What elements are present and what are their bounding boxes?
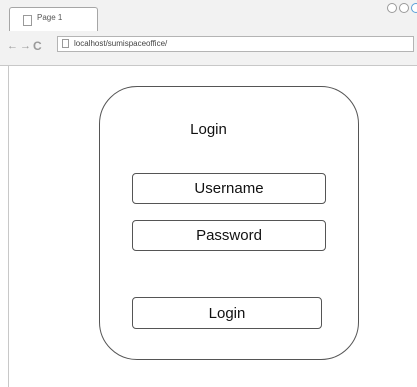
window-control-icon[interactable]	[387, 3, 397, 13]
title-bar: Page 1	[0, 0, 417, 32]
window-control-icon[interactable]	[411, 3, 417, 13]
browser-window: Page 1 ← → C localhost/sumispaceoffice/ …	[0, 0, 417, 387]
forward-arrow-icon[interactable]: →	[20, 40, 31, 52]
navigation-bar: ← → C localhost/sumispaceoffice/	[0, 31, 417, 66]
login-button[interactable]: Login	[132, 297, 322, 329]
back-arrow-icon[interactable]: ←	[7, 40, 18, 52]
address-bar[interactable]: localhost/sumispaceoffice/	[57, 36, 414, 52]
password-field[interactable]: Password	[132, 220, 326, 251]
url-text[interactable]: localhost/sumispaceoffice/	[74, 39, 167, 48]
username-field[interactable]: Username	[132, 173, 326, 204]
tab-title: Page 1	[37, 13, 63, 22]
viewport-left-edge	[8, 66, 9, 387]
login-title: Login	[190, 121, 227, 138]
page-icon	[62, 39, 69, 48]
window-controls	[387, 3, 417, 13]
page-icon	[23, 15, 32, 26]
window-control-icon[interactable]	[399, 3, 409, 13]
browser-tab[interactable]: Page 1	[9, 7, 98, 31]
reload-icon[interactable]: C	[33, 40, 42, 52]
